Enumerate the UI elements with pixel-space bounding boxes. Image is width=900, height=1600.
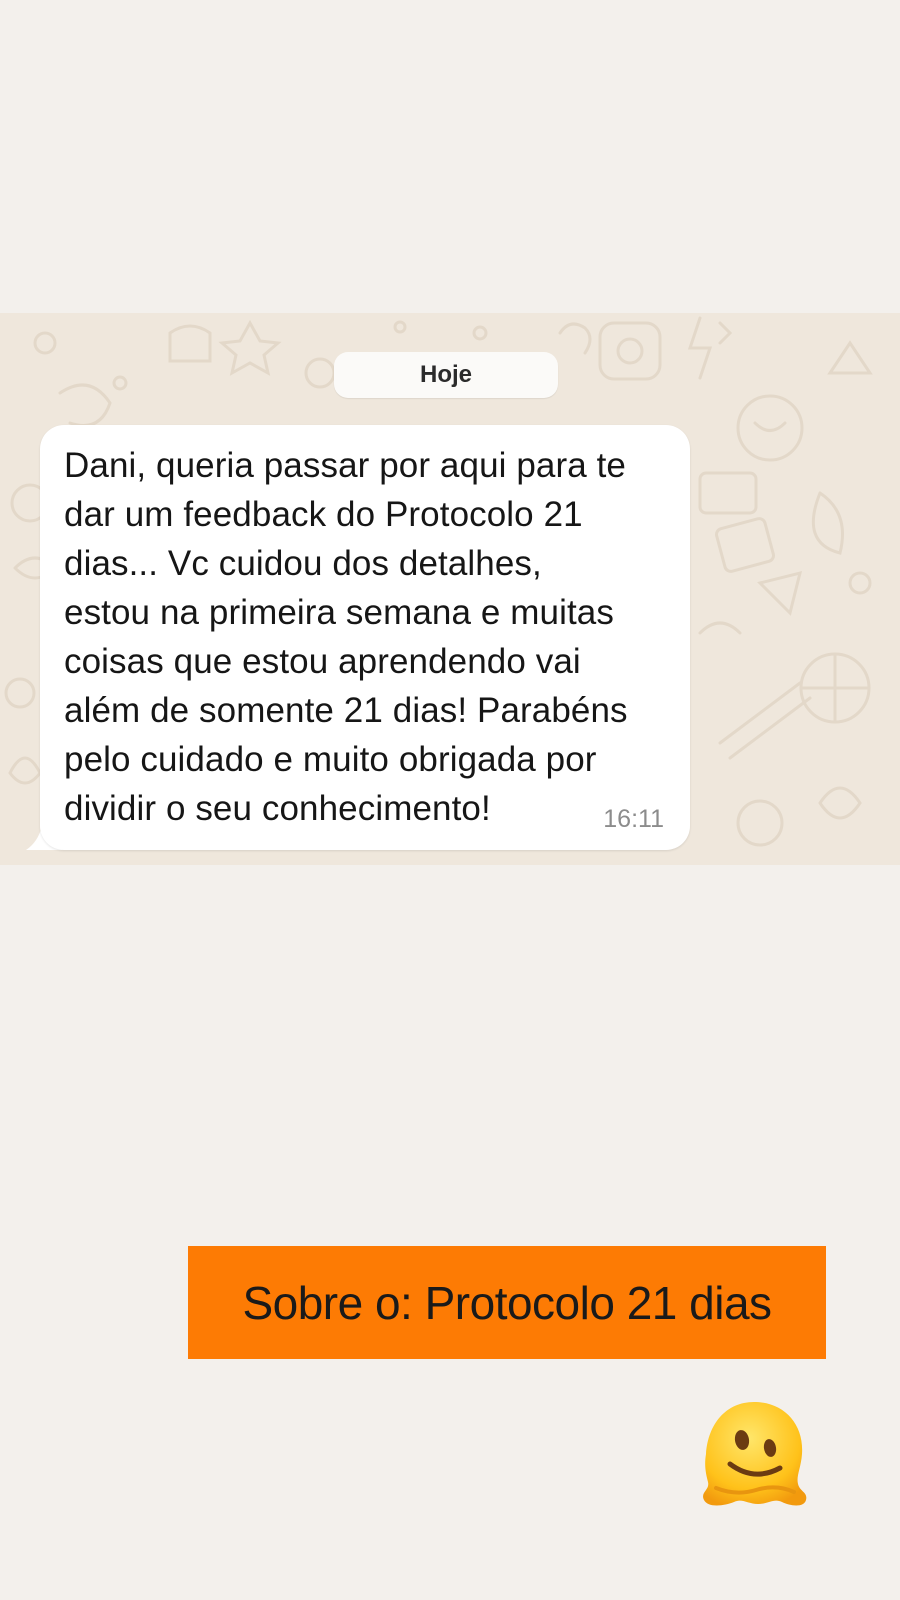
date-separator-chip: Hoje <box>334 352 558 398</box>
message-timestamp: 16:11 <box>603 805 664 833</box>
message-text: Dani, queria passar por aqui para te dar… <box>64 446 628 828</box>
incoming-message-bubble[interactable]: Dani, queria passar por aqui para te dar… <box>40 425 690 850</box>
caption-banner: Sobre o: Protocolo 21 dias <box>188 1246 826 1359</box>
melting-face-emoji-icon <box>703 1402 807 1506</box>
